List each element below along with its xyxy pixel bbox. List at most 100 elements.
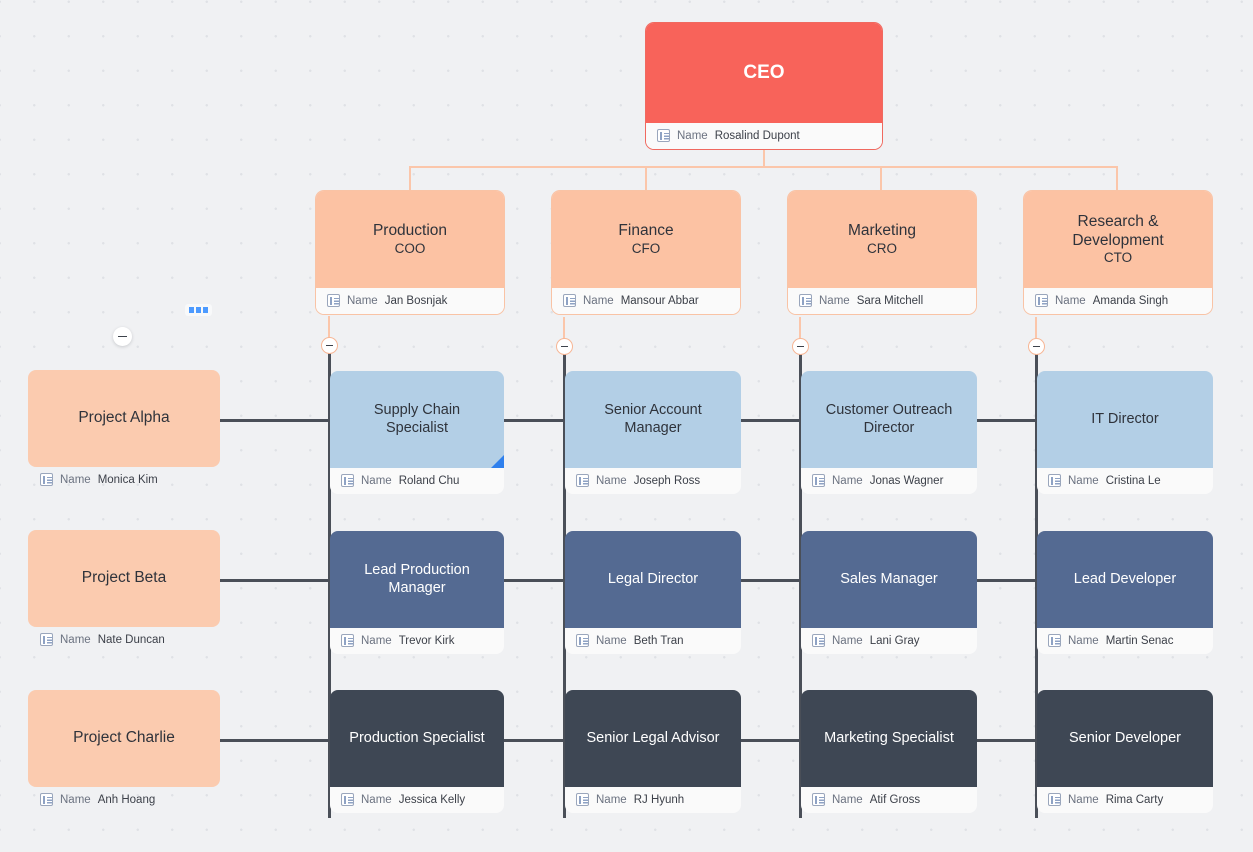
node-production-footer: Name Jan Bosnjak [316,288,504,314]
org-chart-canvas[interactable]: CEO Name Rosalind Dupont Production COO … [0,0,1253,852]
field-value: Rima Carty [1105,793,1164,806]
node-customer-outreach-director[interactable]: Customer Outreach Director Name Jonas Wa… [801,371,977,494]
node-senior-legal-advisor[interactable]: Senior Legal Advisor Name RJ Hyunh [565,690,741,813]
record-list-icon [576,474,589,487]
node-lead-production-manager[interactable]: Lead Production Manager Name Trevor Kirk [330,531,504,654]
collapse-button-marketing[interactable] [792,338,809,355]
field-label: Name [361,793,392,806]
field-value: Mansour Abbar [620,294,699,307]
collapse-button-production[interactable] [321,337,338,354]
record-list-icon [657,129,670,142]
record-list-icon [799,294,812,307]
node-research-development-footer: Name Amanda Singh [1024,288,1212,314]
node-project-beta-body: Project Beta [28,530,220,627]
collapse-button-randd[interactable] [1028,338,1045,355]
record-list-icon [40,633,53,646]
field-label: Name [596,634,627,647]
node-production-specialist[interactable]: Production Specialist Name Jessica Kelly [330,690,504,813]
selection-resize-handle[interactable] [491,455,504,468]
node-senior-legal-advisor-body: Senior Legal Advisor [565,690,741,787]
node-research-development-title: Research & Development CTO [1036,213,1200,265]
node-research-development-role: CTO [1103,249,1133,265]
node-project-alpha[interactable]: Project Alpha Name Monica Kim [28,370,220,493]
field-label: Name [583,294,614,307]
record-list-icon [576,634,589,647]
node-marketing-specialist-body: Marketing Specialist [801,690,977,787]
node-senior-account-manager[interactable]: Senior Account Manager Name Joseph Ross [565,371,741,494]
options-ellipsis-button[interactable] [185,304,212,316]
node-senior-developer-title: Senior Developer [1068,729,1182,746]
node-legal-director-footer: Name Beth Tran [565,628,741,654]
node-senior-account-manager-body: Senior Account Manager [565,371,741,468]
node-project-charlie-title: Project Charlie [73,729,175,747]
node-marketing-role: CRO [867,240,897,256]
minus-icon [118,335,127,338]
node-project-charlie-body: Project Charlie [28,690,220,787]
node-production-specialist-title: Production Specialist [349,729,485,746]
node-senior-legal-advisor-title: Senior Legal Advisor [586,729,720,746]
connector-stem-production [328,316,330,338]
node-lead-developer-body: Lead Developer [1037,531,1213,628]
node-production-specialist-footer: Name Jessica Kelly [330,787,504,813]
field-value: Joseph Ross [633,474,701,487]
field-value: Lani Gray [869,634,920,647]
node-ceo[interactable]: CEO Name Rosalind Dupont [646,23,882,149]
node-customer-outreach-director-title: Customer Outreach Director [825,402,953,436]
field-label: Name [60,793,91,806]
node-research-development[interactable]: Research & Development CTO Name Amanda S… [1024,191,1212,314]
field-label: Name [60,633,91,646]
record-list-icon [576,793,589,806]
node-marketing[interactable]: Marketing CRO Name Sara Mitchell [788,191,976,314]
field-value: Martin Senac [1105,634,1174,647]
node-project-alpha-title: Project Alpha [78,409,170,427]
connector-row3-b [503,739,566,742]
canvas-collapse-button[interactable] [113,327,132,346]
node-production-specialist-body: Production Specialist [330,690,504,787]
field-value: Atif Gross [869,793,921,806]
connector-drop-randd [1116,166,1118,191]
node-research-development-body: Research & Development CTO [1024,191,1212,288]
node-senior-developer-body: Senior Developer [1037,690,1213,787]
node-it-director[interactable]: IT Director Name Cristina Le [1037,371,1213,494]
dot-icon [196,307,201,313]
connector-row2-a [219,579,331,582]
node-sales-manager[interactable]: Sales Manager Name Lani Gray [801,531,977,654]
field-label: Name [819,294,850,307]
field-label: Name [1055,294,1086,307]
field-value: Sara Mitchell [856,294,924,307]
node-senior-account-manager-footer: Name Joseph Ross [565,468,741,494]
node-lead-developer[interactable]: Lead Developer Name Martin Senac [1037,531,1213,654]
node-supply-chain-specialist-title: Supply Chain Specialist [373,402,461,436]
field-label: Name [1068,634,1099,647]
field-label: Name [1068,793,1099,806]
node-senior-legal-advisor-footer: Name RJ Hyunh [565,787,741,813]
node-senior-developer[interactable]: Senior Developer Name Rima Carty [1037,690,1213,813]
node-production[interactable]: Production COO Name Jan Bosnjak [316,191,504,314]
record-list-icon [812,634,825,647]
node-finance[interactable]: Finance CFO Name Mansour Abbar [552,191,740,314]
field-value: Anh Hoang [97,793,156,806]
node-marketing-title-text: Marketing [847,222,917,240]
node-project-beta[interactable]: Project Beta Name Nate Duncan [28,530,220,653]
field-value: Rosalind Dupont [714,129,800,142]
connector-stem-randd [1035,317,1037,339]
node-lead-production-manager-body: Lead Production Manager [330,531,504,628]
node-legal-director[interactable]: Legal Director Name Beth Tran [565,531,741,654]
node-project-charlie[interactable]: Project Charlie Name Anh Hoang [28,690,220,813]
connector-row1-a [219,419,331,422]
node-supply-chain-specialist[interactable]: Supply Chain Specialist Name Roland Chu [330,371,504,494]
record-list-icon [40,473,53,486]
field-value: Amanda Singh [1092,294,1169,307]
node-marketing-specialist[interactable]: Marketing Specialist Name Atif Gross [801,690,977,813]
connector-row3-a [219,739,331,742]
record-list-icon [1035,294,1048,307]
record-list-icon [327,294,340,307]
node-project-beta-title: Project Beta [81,569,167,587]
node-lead-developer-title: Lead Developer [1073,570,1177,587]
node-production-role: COO [394,240,426,256]
node-lead-developer-footer: Name Martin Senac [1037,628,1213,654]
collapse-button-finance[interactable] [556,338,573,355]
node-production-title-text: Production [372,222,448,240]
field-label: Name [832,634,863,647]
node-customer-outreach-director-body: Customer Outreach Director [801,371,977,468]
